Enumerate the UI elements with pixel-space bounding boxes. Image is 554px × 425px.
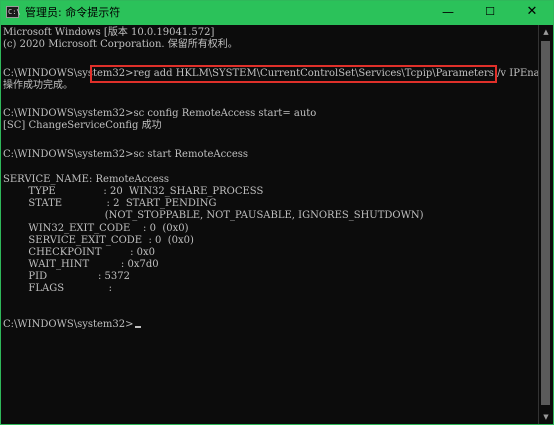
console-line: (NOT_STOPPABLE, NOT_PAUSABLE, IGNORES_SH… — [3, 210, 424, 221]
cmd-icon-label: C:\ — [8, 8, 21, 16]
console-line: 操作成功完成。 — [3, 80, 73, 91]
scroll-down-arrow-icon[interactable]: ▼ — [539, 410, 553, 424]
console-line: CHECKPOINT : 0x0 — [3, 247, 156, 258]
console-line: TYPE : 20 WIN32_SHARE_PROCESS — [3, 186, 264, 197]
maximize-icon[interactable]: ☐ — [470, 1, 510, 25]
command-prompt-window: C:\ 管理员: 命令提示符 — ☐ ✕ Microsoft Windows [… — [0, 0, 554, 425]
console-line: SERVICE_EXIT_CODE : 0 (0x0) — [3, 235, 194, 246]
scroll-up-arrow-icon[interactable]: ▲ — [539, 25, 553, 39]
console-line: WIN32_EXIT_CODE : 0 (0x0) — [3, 223, 189, 234]
console-line: PID : 5372 — [3, 271, 130, 282]
text-cursor — [134, 326, 141, 328]
window-title: 管理员: 命令提示符 — [25, 6, 121, 19]
console-prompt-line[interactable]: C:\WINDOWS\system32> — [3, 319, 141, 331]
console-line: FLAGS : — [3, 283, 112, 294]
console-output[interactable]: Microsoft Windows [版本 10.0.19041.572] (c… — [1, 25, 538, 424]
console-line: C:\WINDOWS\system32>sc start RemoteAcces… — [3, 149, 249, 160]
highlight-box — [90, 65, 497, 83]
close-icon[interactable]: ✕ — [512, 1, 552, 25]
console-prompt: C:\WINDOWS\system32> — [3, 319, 134, 330]
vertical-scrollbar[interactable]: ▲ ▼ — [538, 25, 553, 424]
scroll-thumb[interactable] — [541, 41, 550, 405]
console-line: Microsoft Windows [版本 10.0.19041.572] — [3, 27, 215, 38]
console-line: STATE : 2 START_PENDING — [3, 198, 217, 209]
console-line: C:\WINDOWS\system32>sc config RemoteAcce… — [3, 108, 317, 119]
console-line: (c) 2020 Microsoft Corporation. 保留所有权利。 — [3, 39, 238, 50]
console-line: WAIT_HINT : 0x7d0 — [3, 259, 159, 270]
minimize-icon[interactable]: — — [428, 1, 468, 25]
console-line: [SC] ChangeServiceConfig 成功 — [3, 120, 162, 131]
title-bar[interactable]: C:\ 管理员: 命令提示符 — ☐ ✕ — [1, 1, 553, 25]
console-line: SERVICE_NAME: RemoteAccess — [3, 174, 169, 185]
cmd-icon[interactable]: C:\ — [6, 6, 21, 18]
